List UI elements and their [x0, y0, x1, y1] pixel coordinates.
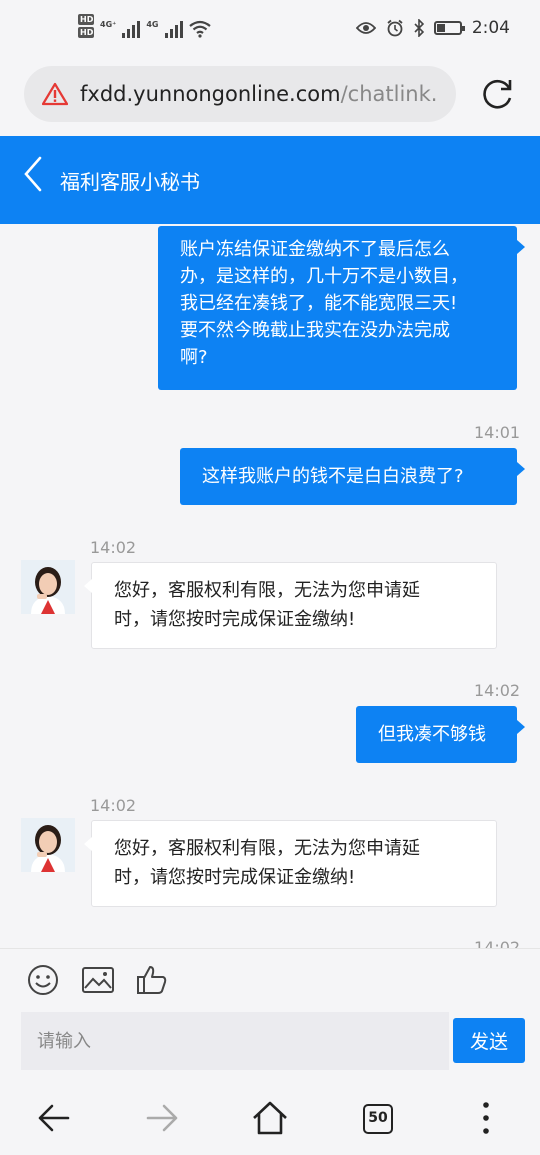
battery-icon — [433, 21, 465, 35]
agent-avatar[interactable] — [21, 560, 75, 614]
forward-arrow-icon[interactable] — [142, 1098, 182, 1138]
message-line: 我已经在凑钱了，能不能宽限三天! — [180, 293, 458, 314]
eye-icon — [355, 22, 376, 34]
hd-badge: HD — [78, 14, 94, 25]
message-timestamp: 14:01 — [474, 423, 521, 442]
page-title: 福利客服小秘书 — [60, 170, 200, 194]
status-time: 2:04 — [471, 18, 510, 38]
status-right: 2:04 — [355, 18, 510, 38]
network-type: 4G⁺ — [100, 20, 117, 29]
message-input[interactable] — [21, 1012, 449, 1070]
status-left: HD HD 4G⁺ 4G — [78, 14, 211, 38]
url-path: /chatlink. — [340, 82, 438, 106]
image-icon[interactable] — [81, 963, 115, 997]
message-line: 您好，客服权利有限，无法为您申请延 — [114, 580, 420, 601]
signal-icon — [122, 20, 141, 38]
incoming-message: 您好，客服权利有限，无法为您申请延 时，请您按时完成保证金缴纳! — [84, 562, 497, 649]
emoji-icon[interactable] — [26, 963, 60, 997]
message-text: 这样我账户的钱不是白白浪费了? — [202, 466, 464, 487]
message-line: 时，请您按时完成保证金缴纳! — [114, 867, 356, 888]
reload-icon[interactable] — [480, 76, 516, 112]
warning-icon[interactable] — [42, 82, 68, 106]
message-text: 但我凑不够钱 — [378, 724, 486, 745]
address-bar[interactable]: fxdd.yunnongonline.com/chatlink. — [24, 66, 456, 122]
url-host: fxdd.yunnongonline.com — [80, 82, 341, 106]
outgoing-message: 账户冻结保证金缴纳不了最后怎么 办，是这样的，几十万不是小数目， 我已经在凑钱了… — [158, 226, 525, 390]
back-icon[interactable] — [20, 154, 46, 194]
send-button[interactable]: 发送 — [453, 1018, 525, 1063]
message-line: 啊? — [180, 347, 208, 368]
message-composer: 发送 — [0, 948, 540, 1080]
more-menu-icon[interactable] — [466, 1098, 506, 1138]
message-line: 要不然今晚截止我实在没办法完成 — [180, 320, 450, 341]
message-timestamp: 14:02 — [90, 538, 137, 557]
outgoing-message: 但我凑不够钱 — [356, 706, 525, 763]
message-timestamp: 14:02 — [90, 796, 137, 815]
bluetooth-icon — [414, 19, 424, 37]
chat-messages[interactable]: 账户冻结保证金缴纳不了最后怎么 办，是这样的，几十万不是小数目， 我已经在凑钱了… — [0, 224, 540, 948]
message-line: 时，请您按时完成保证金缴纳! — [114, 609, 356, 630]
signal-icon — [164, 20, 183, 38]
hd-badge: HD — [78, 27, 94, 38]
tabs-button[interactable]: 50 — [363, 1104, 393, 1134]
incoming-message: 您好，客服权利有限，无法为您申请延 时，请您按时完成保证金缴纳! — [84, 820, 497, 907]
agent-avatar[interactable] — [21, 818, 75, 872]
outgoing-message: 这样我账户的钱不是白白浪费了? — [180, 448, 525, 505]
browser-address-row: fxdd.yunnongonline.com/chatlink. — [0, 62, 540, 136]
chat-header: 福利客服小秘书 — [0, 136, 540, 224]
alarm-icon — [387, 19, 403, 37]
home-icon[interactable] — [250, 1098, 290, 1138]
thumbs-up-icon[interactable] — [135, 963, 169, 997]
browser-bottom-nav: 50 — [0, 1080, 540, 1155]
message-line: 办，是这样的，几十万不是小数目， — [180, 266, 468, 287]
message-line: 账户冻结保证金缴纳不了最后怎么 — [180, 239, 450, 260]
message-timestamp: 14:02 — [474, 681, 521, 700]
back-arrow-icon[interactable] — [34, 1098, 74, 1138]
message-line: 您好，客服权利有限，无法为您申请延 — [114, 838, 420, 859]
message-timestamp: 14:02 — [474, 938, 521, 948]
wifi-icon — [188, 20, 211, 38]
status-bar: HD HD 4G⁺ 4G 2:04 — [0, 0, 540, 62]
network-type: 4G — [146, 20, 159, 29]
